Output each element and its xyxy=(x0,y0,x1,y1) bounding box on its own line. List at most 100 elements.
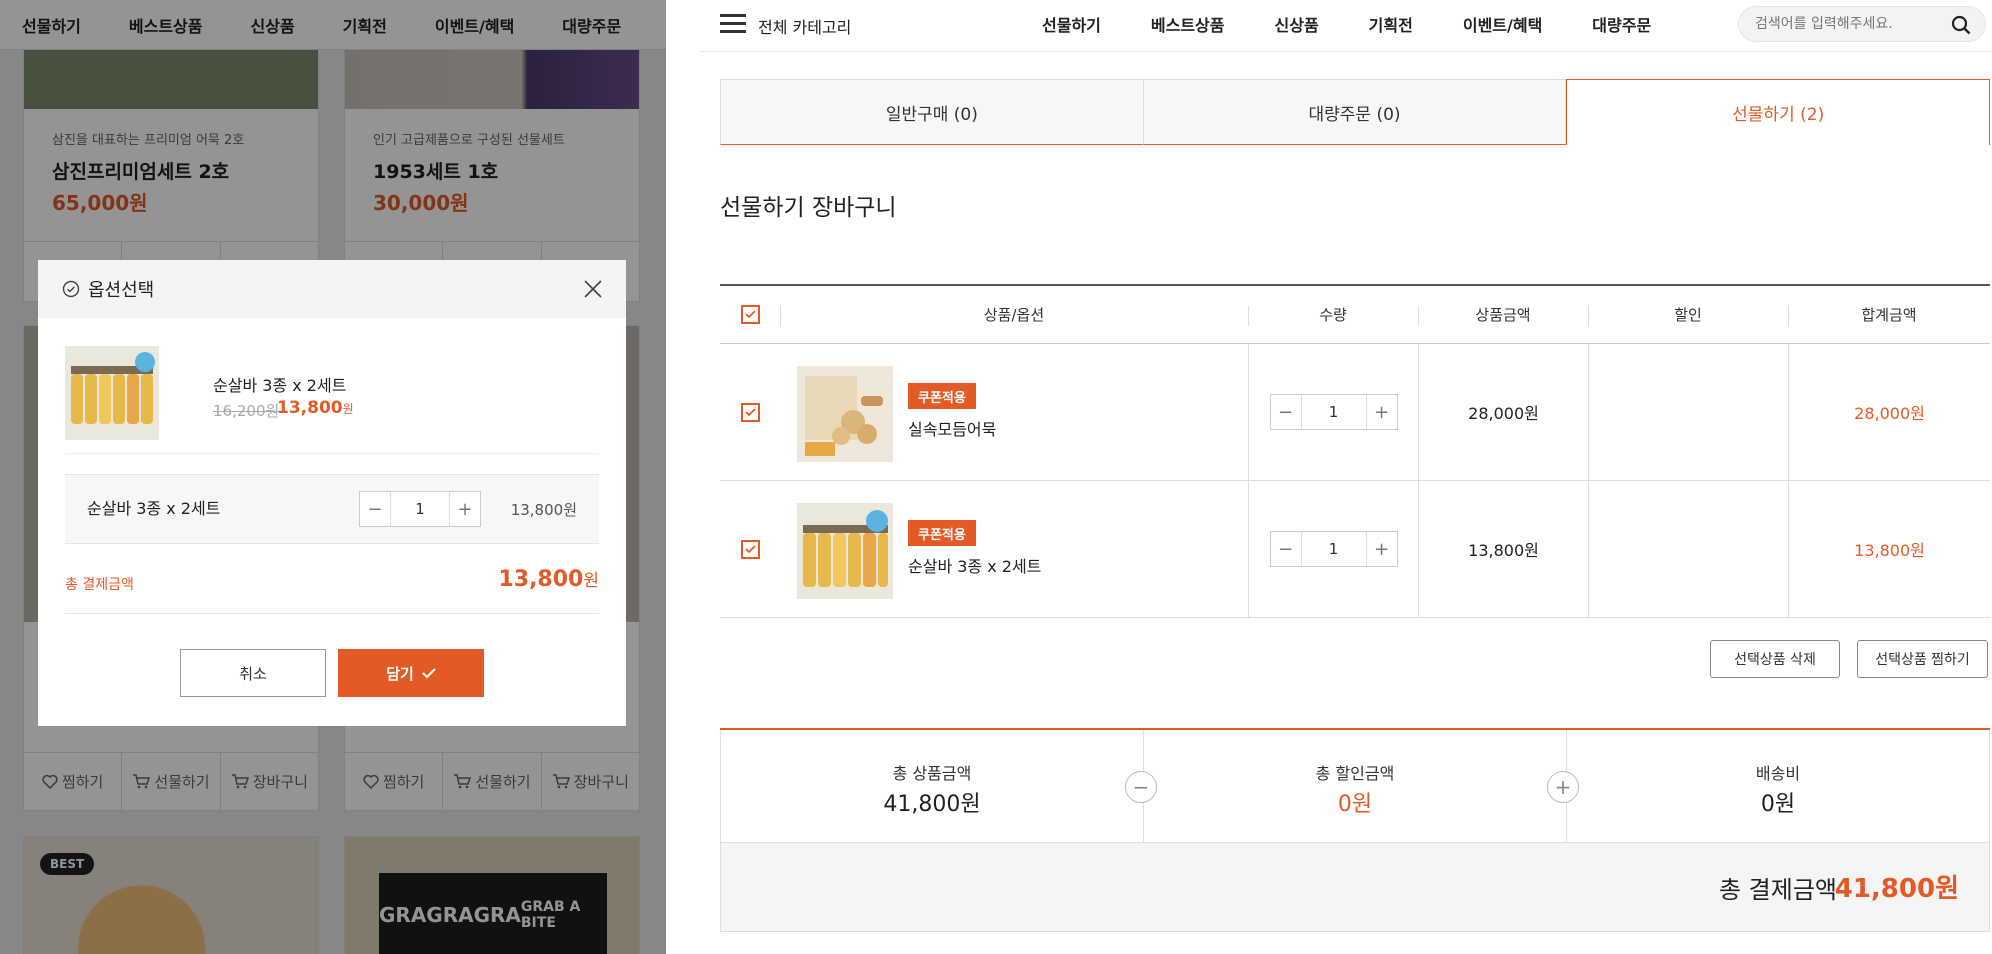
summary-row: 총 상품금액 41,800원 총 할인금액 0원 배송비 0원 xyxy=(720,730,1990,843)
summary-label: 총 상품금액 xyxy=(892,764,972,783)
order-summary: 총 상품금액 41,800원 총 할인금액 0원 배송비 0원 − + 총 결제… xyxy=(720,728,1990,932)
menu-item[interactable]: 선물하기 xyxy=(1042,12,1101,36)
search-input[interactable] xyxy=(1755,7,1935,41)
row-total: 13,800원 xyxy=(1788,481,1990,617)
menu-item[interactable]: 대량주문 xyxy=(1592,12,1651,36)
table-row: 쿠폰적용 순살바 3종 x 2세트 − 1 + 13,800원 13,800원 xyxy=(720,481,1990,618)
product-image[interactable] xyxy=(797,366,893,462)
product-list-panel: 삼진을 대표하는 프리미엄 어묵 2호 삼진프리미엄세트 2호 65,000원 … xyxy=(0,0,666,954)
column-header: 수량 xyxy=(1248,286,1418,343)
close-icon[interactable] xyxy=(584,280,602,298)
tab-general[interactable]: 일반구매 (0) xyxy=(720,79,1144,145)
row-checkbox[interactable] xyxy=(740,402,760,422)
summary-label: 배송비 xyxy=(1755,764,1801,783)
pay-value: 41,800원 xyxy=(1834,874,1959,904)
cancel-button[interactable]: 취소 xyxy=(180,649,326,697)
modal-title: 옵션선택 xyxy=(88,280,155,301)
main-menu: 선물하기 베스트상품 신상품 기획전 이벤트/혜택 대량주문 xyxy=(1042,12,1701,36)
menu-item[interactable]: 기획전 xyxy=(1369,12,1413,36)
sale-price-value: 13,800 xyxy=(277,398,343,418)
sale-price-unit: 원 xyxy=(342,402,354,416)
summary-value: 0원 xyxy=(1337,792,1373,817)
page-title: 선물하기 장바구니 xyxy=(720,195,897,221)
all-category-link[interactable]: 전체 카테고리 xyxy=(758,14,851,38)
select-all-cell xyxy=(720,286,780,343)
delete-selected-button[interactable]: 선택상품 삭제 xyxy=(1710,640,1840,678)
check-icon xyxy=(744,407,756,416)
total-unit: 원 xyxy=(583,571,599,591)
summary-product-total: 총 상품금액 41,800원 xyxy=(721,730,1144,842)
row-total: 28,000원 xyxy=(1788,344,1990,480)
search-icon[interactable] xyxy=(1951,15,1971,35)
row-select-cell xyxy=(720,481,780,617)
table-row: 쿠폰적용 실속모듬어묵 − 1 + 28,000원 28,000원 xyxy=(720,344,1990,481)
quantity-value[interactable]: 1 xyxy=(1300,532,1367,566)
quantity-value[interactable]: 1 xyxy=(1300,395,1367,429)
column-header: 상품/옵션 xyxy=(780,286,1248,343)
row-product-name[interactable]: 실속모듬어묵 xyxy=(908,416,996,440)
summary-value: 41,800원 xyxy=(883,792,981,817)
check-icon xyxy=(744,544,756,553)
tab-gift[interactable]: 선물하기 (2) xyxy=(1566,79,1991,145)
total-value: 13,800원 xyxy=(498,566,599,592)
cart-table: 상품/옵션 수량 상품금액 할인 합계금액 쿠폰적용 실속모듬어묵 − 1 + … xyxy=(720,284,1990,618)
check-icon xyxy=(422,667,436,678)
tab-bulk[interactable]: 대량주문 (0) xyxy=(1143,79,1567,145)
row-product-name[interactable]: 순살바 3종 x 2세트 xyxy=(908,553,1041,577)
decrease-button[interactable]: − xyxy=(360,492,390,526)
cart-page: 전체 카테고리 선물하기 베스트상품 신상품 기획전 이벤트/혜택 대량주문 일… xyxy=(700,0,1992,954)
row-price: 28,000원 xyxy=(1418,344,1588,480)
quantity-cell: − 1 + xyxy=(1248,481,1418,617)
quantity-stepper: − 1 + xyxy=(1269,531,1398,567)
decrease-button[interactable]: − xyxy=(1271,532,1301,566)
pay-label: 총 결제금액 xyxy=(1718,876,1837,904)
decrease-button[interactable]: − xyxy=(1271,395,1301,429)
table-header: 상품/옵션 수량 상품금액 할인 합계금액 xyxy=(720,284,1990,344)
menu-item[interactable]: 이벤트/혜택 xyxy=(1463,12,1542,36)
cart-tabs: 일반구매 (0) 대량주문 (0) 선물하기 (2) xyxy=(720,79,1991,145)
menu-item[interactable]: 베스트상품 xyxy=(1151,12,1225,36)
row-select-cell xyxy=(720,344,780,480)
total-label: 총 결제금액 xyxy=(65,577,134,593)
check-icon xyxy=(744,310,756,319)
increase-button[interactable]: + xyxy=(450,492,480,526)
summary-label: 총 할인금액 xyxy=(1315,764,1395,783)
selected-option-row: 순살바 3종 x 2세트 − 1 + 13,800원 xyxy=(65,474,599,544)
increase-button[interactable]: + xyxy=(1367,395,1397,429)
column-header: 할인 xyxy=(1588,286,1788,343)
quantity-stepper: − 1 + xyxy=(1269,394,1398,430)
quantity-cell: − 1 + xyxy=(1248,344,1418,480)
add-label: 담기 xyxy=(386,664,414,683)
increase-button[interactable]: + xyxy=(1367,532,1397,566)
payment-total: 총 결제금액 41,800원 xyxy=(720,843,1990,932)
product-thumbnail xyxy=(65,346,159,440)
column-header: 상품금액 xyxy=(1418,286,1588,343)
coupon-badge: 쿠폰적용 xyxy=(908,383,976,409)
product-image[interactable] xyxy=(797,503,893,599)
summary-discount: 총 할인금액 0원 xyxy=(1144,730,1567,842)
modal-total: 총 결제금액 13,800원 xyxy=(65,550,599,614)
row-discount xyxy=(1588,344,1788,480)
menu-item[interactable]: 신상품 xyxy=(1275,12,1319,36)
menu-icon[interactable] xyxy=(720,14,746,34)
plus-icon: + xyxy=(1547,771,1579,803)
select-all-checkbox[interactable] xyxy=(740,305,760,324)
modal-product-name: 순살바 3종 x 2세트 xyxy=(213,376,347,395)
original-price: 16,200원 xyxy=(213,402,280,420)
row-price: 13,800원 xyxy=(1418,481,1588,617)
row-checkbox[interactable] xyxy=(740,539,760,559)
modal-product: 순살바 3종 x 2세트 16,200원 13,800원 xyxy=(65,346,599,454)
quantity-value[interactable]: 1 xyxy=(390,492,450,526)
coupon-badge: 쿠폰적용 xyxy=(908,520,976,546)
wish-selected-button[interactable]: 선택상품 찜하기 xyxy=(1857,640,1988,678)
search-box xyxy=(1738,6,1986,42)
summary-value: 0원 xyxy=(1760,792,1796,817)
option-select-modal: 옵션선택 순살바 3종 x 2세트 16,200원 13,800원 순살바 3종… xyxy=(38,260,626,726)
option-price: 13,800원 xyxy=(510,501,577,519)
sale-price: 13,800원 xyxy=(277,398,354,418)
modal-header: 옵션선택 xyxy=(38,260,626,318)
column-header: 합계금액 xyxy=(1788,286,1990,343)
total-amount: 13,800 xyxy=(498,567,584,592)
quantity-stepper: − 1 + xyxy=(359,491,481,527)
add-to-cart-button[interactable]: 담기 xyxy=(338,649,484,697)
